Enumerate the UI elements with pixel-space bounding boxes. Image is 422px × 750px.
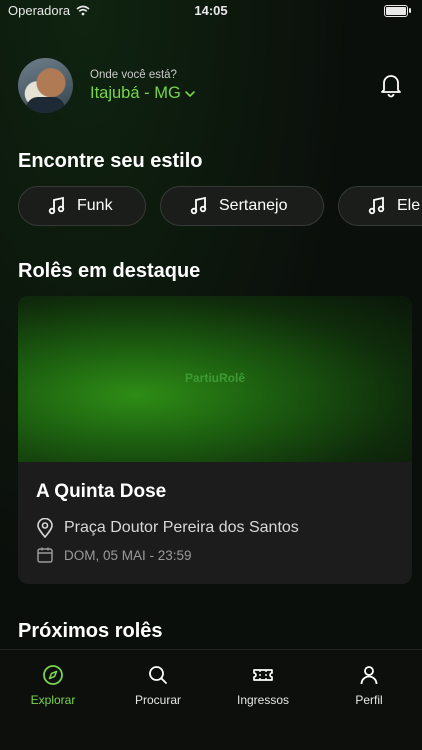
location-label: Onde você está?: [90, 69, 177, 81]
bell-icon[interactable]: [378, 72, 404, 98]
style-chips: Funk Sertanejo Ele: [18, 186, 422, 228]
chip-label: Ele: [397, 197, 421, 214]
clock: 14:05: [194, 3, 228, 18]
chip-ele[interactable]: Ele: [338, 186, 422, 226]
event-banner: PartiuRolê: [18, 296, 412, 462]
user-icon: [360, 666, 378, 685]
music-note-icon: [368, 196, 385, 215]
tab-procurar[interactable]: Procurar: [113, 664, 203, 707]
compass-icon: [43, 665, 63, 685]
event-place-text: Praça Doutor Pereira dos Santos: [64, 519, 299, 536]
location-pin-icon: [37, 518, 53, 538]
music-note-icon: [190, 196, 207, 215]
event-place: Praça Doutor Pereira dos Santos: [36, 518, 299, 538]
location-value: Itajubá - MG: [90, 84, 181, 102]
chip-funk[interactable]: Funk: [18, 186, 146, 226]
music-note-icon: [48, 196, 65, 215]
tab-label: Ingressos: [236, 693, 290, 707]
avatar[interactable]: [18, 58, 73, 113]
battery-icon: [384, 5, 411, 17]
styles-section-title: Encontre seu estilo: [18, 150, 203, 172]
tab-label: Perfil: [355, 693, 383, 707]
brand-logo: PartiuRolê: [184, 371, 245, 385]
chevron-down-icon: [184, 90, 195, 97]
tab-label: Explorar: [30, 693, 76, 707]
chip-sertanejo[interactable]: Sertanejo: [160, 186, 324, 226]
header: Onde você está? Itajubá - MG: [18, 58, 404, 114]
tab-ingressos[interactable]: Ingressos: [218, 664, 308, 707]
status-bar: Operadora 14:05: [0, 0, 422, 22]
chip-label: Sertanejo: [219, 197, 288, 214]
calendar-icon: [37, 547, 53, 563]
featured-event-card[interactable]: PartiuRolê A Quinta Dose Praça Doutor Pe…: [18, 296, 412, 584]
tab-explorar[interactable]: Explorar: [8, 664, 98, 707]
tab-label: Procurar: [134, 693, 181, 707]
event-date-text: DOM, 05 MAI - 23:59: [64, 547, 192, 563]
tab-bar: Explorar Procurar Ingressos Perfil: [0, 649, 422, 750]
ticket-icon: [253, 669, 273, 681]
event-date: DOM, 05 MAI - 23:59: [36, 546, 192, 564]
tab-perfil[interactable]: Perfil: [324, 664, 414, 707]
search-icon: [149, 666, 167, 684]
upcoming-section-title: Próximos rolês: [18, 620, 163, 642]
event-title: A Quinta Dose: [36, 481, 167, 502]
chip-label: Funk: [77, 197, 113, 214]
location-selector[interactable]: Itajubá - MG: [90, 84, 196, 103]
featured-section-title: Rolês em destaque: [18, 260, 201, 282]
